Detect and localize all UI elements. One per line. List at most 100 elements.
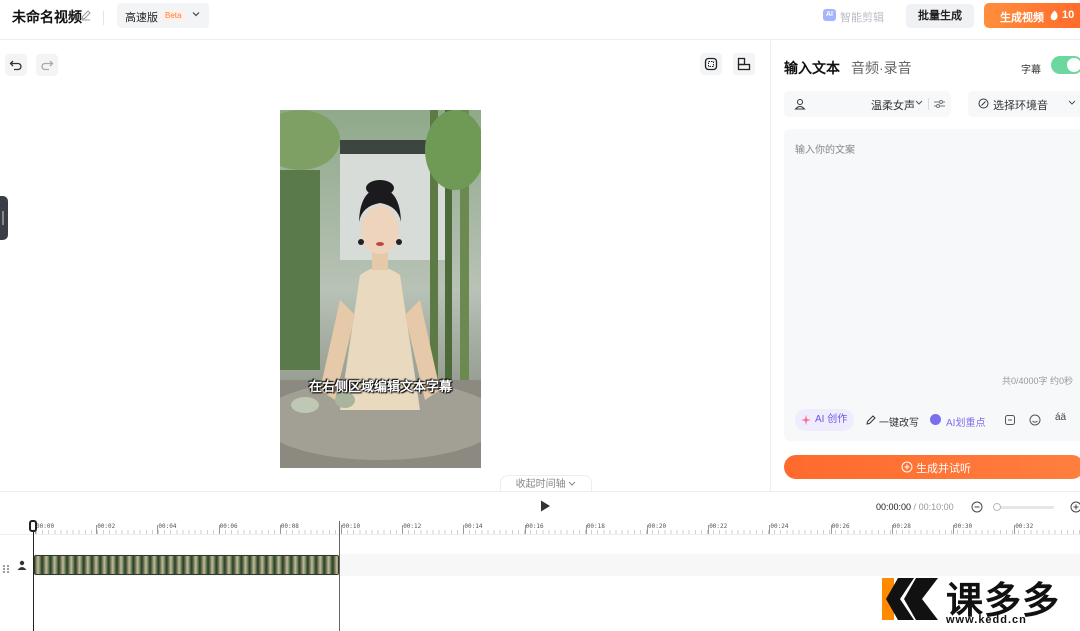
- char-counter: 共0/4000字 约0秒: [1001, 376, 1073, 386]
- ruler-tick-label: 00:00: [36, 523, 55, 530]
- script-placeholder: 输入你的文案: [795, 145, 855, 156]
- ruler-major-tick: [157, 525, 159, 534]
- pronunciation-button[interactable]: áä: [1055, 412, 1066, 426]
- batch-generate-button[interactable]: 批量生成: [906, 4, 974, 28]
- tab-input-text[interactable]: 输入文本: [784, 58, 840, 78]
- drag-handle-icon[interactable]: [2, 561, 10, 579]
- grip-icon: [2, 211, 4, 225]
- undo-button[interactable]: [5, 54, 27, 76]
- safe-area-button[interactable]: [700, 53, 722, 75]
- watermark-logo: [882, 578, 938, 620]
- ambient-sound-select[interactable]: 选择环境音: [968, 91, 1080, 117]
- divider: [928, 98, 929, 110]
- layout-button[interactable]: [733, 53, 755, 75]
- ruler-major-tick: [1014, 525, 1016, 534]
- ruler-major-tick: [96, 525, 98, 534]
- ruler-major-tick: [218, 525, 220, 534]
- collapse-timeline-button[interactable]: 收起时间轴: [500, 475, 592, 492]
- layout-icon: [737, 57, 751, 71]
- ai-create-label: AI 创作: [815, 414, 848, 425]
- preview-image: [280, 110, 481, 468]
- ruler-tick-label: 00:32: [1015, 523, 1034, 530]
- ruler-tick-label: 00:10: [342, 523, 361, 530]
- quality-select[interactable]: 高速版 Beta: [117, 3, 209, 28]
- undo-icon: [9, 60, 22, 71]
- ruler-major-tick: [585, 525, 587, 534]
- zoom-in-icon[interactable]: [1070, 501, 1080, 513]
- smart-cut-label: 智能剪辑: [840, 12, 884, 24]
- chevron-down-icon: [915, 100, 923, 105]
- sparkle-icon: [801, 415, 811, 425]
- avatar-track-icon: [17, 560, 27, 570]
- ruler-tick-label: 00:12: [403, 523, 422, 530]
- ruler-major-tick: [402, 525, 404, 534]
- ruler-tick-label: 00:30: [954, 523, 973, 530]
- playhead-line: [33, 532, 34, 631]
- playhead-handle[interactable]: [29, 520, 37, 532]
- redo-button[interactable]: [36, 54, 58, 76]
- voice-select[interactable]: 温柔女声: [784, 91, 951, 117]
- ai-create-button[interactable]: AI 创作: [795, 409, 855, 431]
- clip-end-marker: [339, 521, 340, 631]
- project-title[interactable]: 未命名视频: [12, 7, 82, 27]
- ai-highlight-button[interactable]: AI划重点: [930, 414, 985, 429]
- ruler-major-tick: [647, 525, 648, 534]
- settings-sliders-icon[interactable]: [934, 99, 945, 109]
- toggle-knob: [1067, 58, 1080, 72]
- zoom-out-icon[interactable]: [971, 501, 983, 513]
- ruler-tick-label: 00:20: [648, 523, 667, 530]
- voice-label: 温柔女声: [871, 100, 915, 112]
- play-icon[interactable]: [538, 499, 552, 513]
- tab-audio-record[interactable]: 音频·录音: [851, 58, 912, 78]
- smart-cut-button[interactable]: AI 智能剪辑: [813, 4, 895, 27]
- generate-video-label: 生成视频: [1000, 12, 1044, 24]
- emotion-icon[interactable]: [1028, 413, 1042, 427]
- text-panel: 输入文本 音频·录音 字幕 温柔女声 选择环境音 输入你的文案 共0/4000字…: [770, 41, 1080, 491]
- collapse-timeline-label: 收起时间轴: [515, 479, 566, 490]
- quality-label: 高速版: [125, 12, 158, 24]
- generate-preview-button[interactable]: 生成并试听: [784, 455, 1080, 479]
- current-time: 00:00:00: [876, 502, 912, 512]
- video-clip[interactable]: [34, 555, 339, 575]
- ruler-tick-label: 00:22: [709, 523, 728, 530]
- script-textarea[interactable]: 输入你的文案 共0/4000字 约0秒: [784, 129, 1080, 441]
- ruler-tick-label: 00:16: [525, 523, 544, 530]
- redo-icon: [41, 60, 54, 71]
- rewrite-label: 一键改写: [879, 418, 919, 429]
- ruler-major-tick: [279, 525, 281, 534]
- time-ruler[interactable]: 00:00 00:02 00:04 00:06 00:08 00:10 00:12 00:14…: [0, 521, 1080, 535]
- divider: [103, 11, 104, 25]
- generate-video-button[interactable]: 生成视频 10: [984, 3, 1080, 28]
- zoom-slider[interactable]: [993, 503, 1054, 511]
- edit-icon[interactable]: [80, 9, 92, 21]
- plus-circle-icon: [901, 461, 913, 473]
- ruler-ticks: [36, 530, 1080, 534]
- user-icon: [794, 99, 806, 110]
- video-preview[interactable]: 在右侧区域编辑文本字幕: [280, 110, 481, 468]
- ruler-tick-label: 00:28: [892, 523, 911, 530]
- ruler-tick-label: 00:26: [831, 523, 850, 530]
- brand-watermark: 课多多 www.kedd.cn: [880, 570, 1080, 628]
- ruler-major-tick: [463, 525, 465, 534]
- ai-highlight-icon: [930, 414, 941, 425]
- pause-insert-icon[interactable]: [1003, 413, 1017, 427]
- ambient-icon: [978, 98, 989, 109]
- watermark-url: www.kedd.cn: [946, 614, 1027, 626]
- safe-area-icon: [704, 57, 718, 71]
- ruler-major-tick: [830, 525, 832, 534]
- credit-count: 10: [1062, 9, 1075, 21]
- zoom-slider-knob[interactable]: [993, 503, 1001, 511]
- ruler-tick-label: 00:08: [280, 523, 299, 530]
- subtitle-overlay[interactable]: 在右侧区域编辑文本字幕: [280, 376, 481, 395]
- time-readout: 00:00:00 / 00:10:00: [876, 502, 954, 512]
- subtitle-toggle-label: 字幕: [1021, 65, 1041, 76]
- side-panel-handle[interactable]: [0, 196, 8, 240]
- ruler-tick-label: 00:24: [770, 523, 789, 530]
- subtitle-toggle[interactable]: [1051, 56, 1080, 74]
- ai-badge: AI: [823, 9, 836, 21]
- ruler-major-tick: [524, 525, 526, 534]
- chevron-down-icon: [569, 481, 576, 486]
- rewrite-button[interactable]: 一键改写: [866, 414, 919, 429]
- ruler-major-tick: [953, 525, 954, 534]
- top-bar: 未命名视频 高速版 Beta AI 智能剪辑 批量生成 生成视频 10: [0, 0, 1080, 40]
